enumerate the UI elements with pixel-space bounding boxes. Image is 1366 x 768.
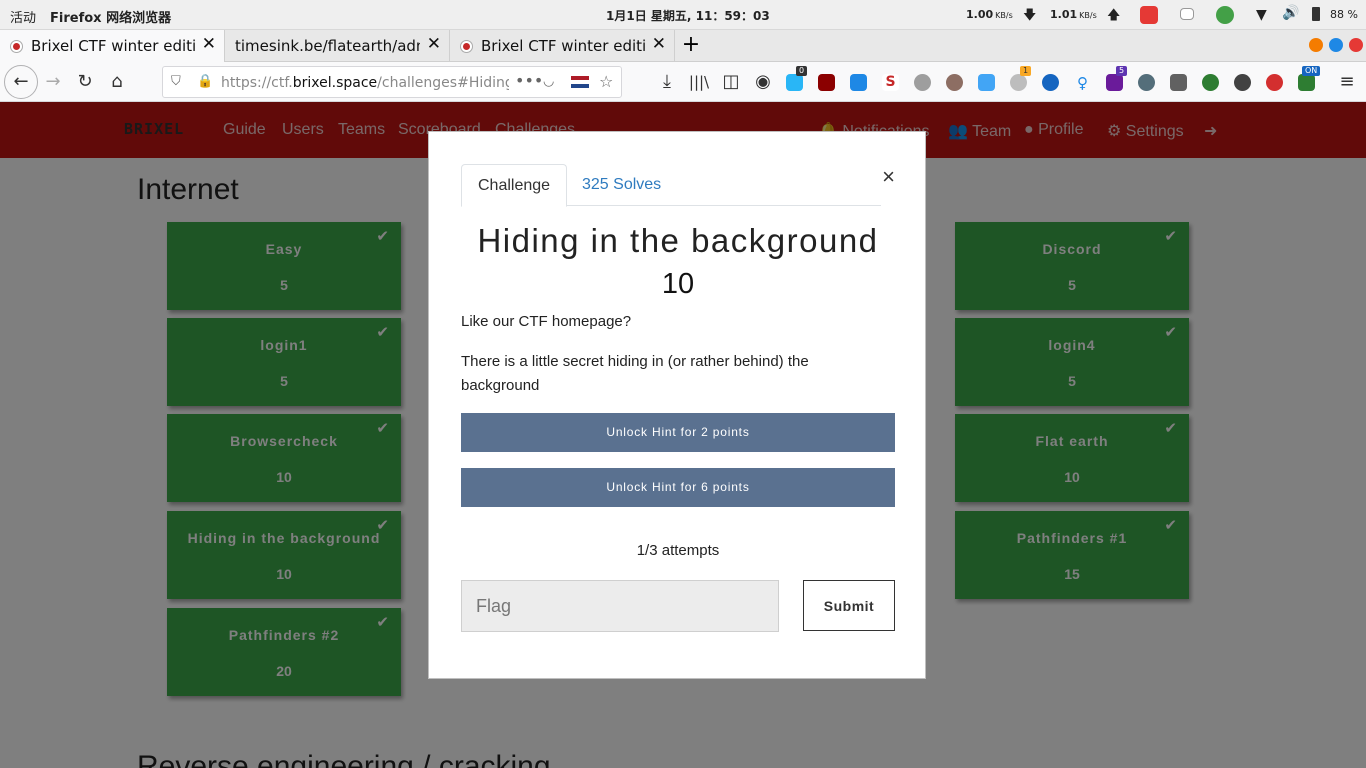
shield-icon[interactable]: ⛉ xyxy=(171,74,181,89)
activities-button[interactable]: 活动 xyxy=(10,7,36,26)
extension-icon[interactable] xyxy=(1106,74,1123,91)
extension-icon[interactable] xyxy=(1202,74,1219,91)
challenge-points: 10 xyxy=(661,268,695,300)
system-top-bar: 活动 Firefox 网络浏览器 1月1日 星期五, 11：59：03 1.00… xyxy=(0,0,1366,30)
submit-button[interactable]: Submit xyxy=(803,580,895,631)
browser-tab[interactable]: Brixel CTF winter edition ✕ xyxy=(0,30,225,63)
home-icon[interactable]: ⌂ xyxy=(104,70,130,94)
close-tab-icon[interactable]: ✕ xyxy=(427,34,441,54)
wechat-icon[interactable] xyxy=(1216,6,1234,24)
extension-icon[interactable] xyxy=(850,74,867,91)
challenge-description: There is a little secret hiding in (or r… xyxy=(461,353,809,394)
back-arrow-icon[interactable]: ← xyxy=(4,65,38,99)
app-menu[interactable]: Firefox 网络浏览器 xyxy=(50,7,171,26)
extension-icon[interactable] xyxy=(978,74,995,91)
extension-icon[interactable] xyxy=(1042,74,1059,91)
lock-icon[interactable]: 🔒 xyxy=(197,74,213,89)
download-icon[interactable]: ⤓ xyxy=(654,70,680,94)
new-tab-button[interactable]: + xyxy=(680,30,702,60)
pocket-icon[interactable]: ◡ xyxy=(543,74,554,89)
cookie-icon[interactable] xyxy=(946,74,963,91)
challenge-description: Like our CTF homepage? xyxy=(461,313,632,330)
close-tab-icon[interactable]: ✕ xyxy=(202,34,216,54)
battery-percent: 88 % xyxy=(1330,8,1358,21)
unlock-hint-button[interactable]: Unlock Hint for 6 points xyxy=(461,468,895,507)
tab-challenge[interactable]: Challenge xyxy=(461,164,568,207)
url-bar[interactable]: ⛉ 🔒 https://ctf.brixel.space/challenges#… xyxy=(162,66,622,98)
ublock-icon[interactable] xyxy=(818,74,835,91)
brixel-favicon-icon xyxy=(461,41,472,52)
extension-icon[interactable]: S xyxy=(882,74,899,91)
extension-icon[interactable] xyxy=(1298,74,1315,91)
extension-badge: 1 xyxy=(1020,66,1032,76)
modal-tabs: Challenge 325 Solves xyxy=(461,164,881,207)
tab-title: Brixel CTF winter edition xyxy=(481,37,646,55)
close-icon[interactable]: × xyxy=(882,164,895,190)
extension-icon[interactable] xyxy=(786,74,803,91)
page-actions-icon[interactable]: ••• xyxy=(515,71,543,90)
extension-badge: 0 xyxy=(796,66,808,76)
challenge-modal: Challenge 325 Solves × Hiding in the bac… xyxy=(428,131,926,679)
flag-input[interactable] xyxy=(461,580,779,632)
forward-arrow-icon[interactable]: → xyxy=(40,70,66,94)
tab-title: Brixel CTF winter edition xyxy=(31,37,196,55)
net-down-speed: 1.00 KB/s xyxy=(966,8,1013,21)
library-icon[interactable]: |||\ xyxy=(686,70,712,94)
reload-icon[interactable]: ↻ xyxy=(72,70,98,94)
challenge-title: Hiding in the background xyxy=(477,222,879,259)
extension-icon[interactable] xyxy=(1010,74,1027,91)
arrow-up-icon: 🡅 xyxy=(1107,8,1121,23)
battery-icon[interactable] xyxy=(1312,7,1320,21)
extension-icon[interactable] xyxy=(914,74,931,91)
extension-icon[interactable] xyxy=(1266,74,1283,91)
browser-toolbar: ← → ↻ ⌂ ⛉ 🔒 https://ctf.brixel.space/cha… xyxy=(0,62,1366,102)
hamburger-menu-icon[interactable]: ≡ xyxy=(1334,70,1360,94)
arrow-down-icon: 🡇 xyxy=(1023,8,1037,23)
netease-music-icon[interactable] xyxy=(1140,6,1158,24)
extension-badge: 5 xyxy=(1116,66,1128,76)
browser-tab[interactable]: Brixel CTF winter edition ✕ xyxy=(450,30,675,62)
unlock-hint-button[interactable]: Unlock Hint for 2 points xyxy=(461,413,895,452)
bookmark-star-icon[interactable]: ☆ xyxy=(599,72,613,91)
close-window-button[interactable] xyxy=(1349,38,1363,52)
clock[interactable]: 1月1日 星期五, 11：59：03 xyxy=(606,7,770,24)
wifi-icon[interactable]: ▼ xyxy=(1256,7,1274,25)
browser-tab[interactable]: timesink.be/flatearth/admin ✕ xyxy=(225,30,450,62)
extension-icon[interactable] xyxy=(1234,74,1251,91)
maximize-window-button[interactable] xyxy=(1329,38,1343,52)
brixel-favicon-icon xyxy=(11,41,22,52)
extension-badge: ON xyxy=(1302,66,1321,76)
tab-solves[interactable]: 325 Solves xyxy=(566,164,677,206)
tray-window-icon[interactable] xyxy=(1180,8,1194,20)
attempts-counter: 1/3 attempts xyxy=(636,542,720,559)
net-up-speed: 1.01 KB/s xyxy=(1050,8,1097,21)
extension-icon[interactable] xyxy=(1170,74,1187,91)
volume-icon[interactable]: 🔊 xyxy=(1282,5,1300,23)
netherlands-flag-icon[interactable] xyxy=(571,76,589,88)
close-tab-icon[interactable]: ✕ xyxy=(652,34,666,54)
sidebar-icon[interactable]: ◫ xyxy=(718,70,744,94)
minimize-window-button[interactable] xyxy=(1309,38,1323,52)
pin-icon[interactable]: ♀ xyxy=(1074,74,1091,92)
account-icon[interactable]: ◉ xyxy=(750,70,776,94)
tab-title: timesink.be/flatearth/admin xyxy=(235,37,420,55)
globe-icon[interactable] xyxy=(1138,74,1155,91)
url-text[interactable]: https://ctf.brixel.space/challenges#Hidi… xyxy=(221,75,509,91)
